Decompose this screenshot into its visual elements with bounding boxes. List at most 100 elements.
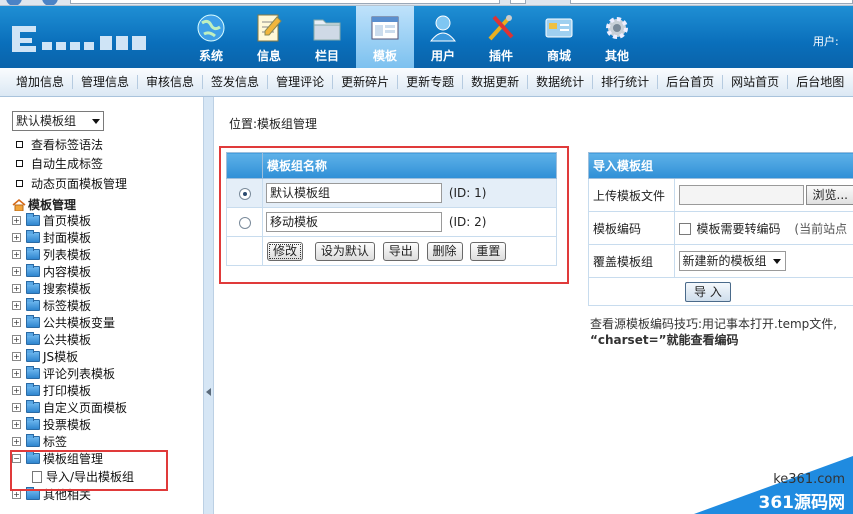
import-button[interactable]: 导 入 — [685, 281, 731, 302]
expand-icon[interactable]: + — [12, 267, 21, 276]
tree-node[interactable]: + 标签模板 — [12, 297, 91, 314]
nav-label: 模板 — [372, 49, 397, 63]
file-path-input[interactable] — [678, 185, 804, 205]
quick-link[interactable]: 网站首页 — [723, 75, 789, 89]
window-icon — [369, 12, 401, 44]
tree-node[interactable]: + 首页模板 — [12, 212, 91, 229]
panel-splitter[interactable] — [203, 97, 214, 514]
main-nav: 系统 信息 栏目 模板 用户 插件 商城 其他 — [182, 6, 646, 68]
folder-icon — [26, 400, 40, 413]
expand-icon[interactable]: + — [12, 369, 21, 378]
nav-other[interactable]: 其他 — [588, 6, 646, 68]
bullet-icon — [16, 141, 23, 148]
folder-icon — [26, 434, 40, 447]
expand-icon[interactable]: + — [12, 352, 21, 361]
tree-node-label: 首页模板 — [43, 214, 92, 228]
expand-icon[interactable]: + — [12, 301, 21, 310]
quick-link[interactable]: 管理评论 — [268, 75, 334, 89]
expand-icon[interactable]: + — [12, 250, 21, 259]
sidebar-link[interactable]: 动态页面模板管理 — [16, 175, 127, 192]
tree-node[interactable]: + 内容模板 — [12, 263, 91, 280]
sidebar-link-label: 查看标签语法 — [31, 138, 104, 152]
tree-node-label: JS模板 — [43, 350, 79, 364]
tree-node[interactable]: + 公共模板 — [12, 331, 91, 348]
expand-icon[interactable]: + — [12, 284, 21, 293]
breadcrumb-prefix: 位置: — [229, 117, 258, 131]
override-group-select[interactable]: 新建新的模板组 — [678, 251, 786, 271]
expand-icon[interactable]: + — [12, 335, 21, 344]
encoding-note: (当前站点 — [794, 221, 848, 236]
folder-icon — [26, 366, 40, 379]
tree-node[interactable]: + 评论列表模板 — [12, 365, 115, 382]
quick-link[interactable]: 审核信息 — [138, 75, 204, 89]
nav-info[interactable]: 信息 — [240, 6, 298, 68]
template-group-select[interactable]: 默认模板组 — [12, 111, 104, 131]
quick-link[interactable]: 排行统计 — [593, 75, 659, 89]
nav-system[interactable]: 系统 — [182, 6, 240, 68]
nav-template[interactable]: 模板 — [356, 6, 414, 68]
tree-node[interactable]: + 投票模板 — [12, 416, 91, 433]
tree-node-label: 内容模板 — [43, 265, 92, 279]
main-content: 位置:模板组管理 模板组名称 默认模板组 (ID: 1) 移动模板 (ID: 2… — [214, 97, 853, 514]
checkbox-label: 模板需要转编码 — [696, 221, 781, 236]
quick-link[interactable]: 管理信息 — [73, 75, 139, 89]
tree-root[interactable]: 模板管理 — [12, 196, 76, 213]
import-group-table: 导入模板组 上传模板文件 浏览... 模板编码 模板需要转编码 (当前站点 覆盖… — [588, 152, 853, 306]
convert-encoding-checkbox[interactable] — [678, 223, 691, 235]
tree-node[interactable]: + 列表模板 — [12, 246, 91, 263]
expand-icon[interactable]: + — [12, 437, 21, 446]
nav-label: 信息 — [256, 49, 281, 63]
folder-icon — [26, 213, 40, 226]
expand-icon[interactable]: + — [12, 386, 21, 395]
sidebar-link[interactable]: 自动生成标签 — [16, 155, 103, 172]
tree-node[interactable]: + 自定义页面模板 — [12, 399, 127, 416]
expand-icon[interactable]: + — [12, 233, 21, 242]
select-value: 默认模板组 — [16, 114, 77, 128]
quick-link[interactable]: 更新碎片 — [333, 75, 399, 89]
tree-node[interactable]: + 封面模板 — [12, 229, 91, 246]
expand-icon[interactable]: + — [12, 318, 21, 327]
nav-label: 其他 — [604, 49, 629, 63]
expand-icon[interactable]: + — [12, 420, 21, 429]
quick-link[interactable]: 签发信息 — [203, 75, 269, 89]
highlight-box — [219, 146, 569, 284]
sidebar: 默认模板组 查看标签语法 自动生成标签 动态页面模板管理 模板管理 + 首页模板 … — [0, 97, 203, 514]
bullet-icon — [16, 180, 23, 187]
tree-node[interactable]: + JS模板 — [12, 348, 78, 365]
tree-node-label: 封面模板 — [43, 231, 92, 245]
sidebar-link-label: 自动生成标签 — [31, 157, 104, 171]
expand-icon[interactable]: + — [12, 403, 21, 412]
address-dropdown[interactable] — [510, 0, 526, 4]
breadcrumb-link[interactable]: 模板组管理 — [257, 117, 317, 131]
gear-icon — [601, 12, 633, 44]
tree-node-label: 标签模板 — [43, 299, 92, 313]
override-row: 覆盖模板组 新建新的模板组 — [588, 244, 853, 278]
quick-link[interactable]: 数据更新 — [463, 75, 529, 89]
tree-node[interactable]: + 标签 — [12, 433, 67, 450]
folder-icon — [26, 230, 40, 243]
expand-icon[interactable]: + — [12, 490, 21, 499]
encoding-label: 模板编码 — [588, 211, 675, 245]
quick-link[interactable]: 更新专题 — [398, 75, 464, 89]
override-label: 覆盖模板组 — [588, 244, 675, 278]
collapse-arrow-icon[interactable] — [206, 388, 211, 396]
expand-icon[interactable]: + — [12, 216, 21, 225]
nav-column[interactable]: 栏目 — [298, 6, 356, 68]
browse-button[interactable]: 浏览... — [805, 185, 853, 205]
browser-search-bar[interactable] — [570, 0, 853, 4]
nav-user[interactable]: 用户 — [414, 6, 472, 68]
nav-shop[interactable]: 商城 — [530, 6, 588, 68]
sidebar-link[interactable]: 查看标签语法 — [16, 136, 103, 153]
quick-link[interactable]: 后台地图 — [788, 75, 852, 89]
tree-node[interactable]: + 打印模板 — [12, 382, 91, 399]
quick-link[interactable]: 后台首页 — [658, 75, 724, 89]
nav-plugin[interactable]: 插件 — [472, 6, 530, 68]
quick-link[interactable]: 数据统计 — [528, 75, 594, 89]
quick-link[interactable]: 增加信息 — [8, 75, 74, 89]
address-bar[interactable] — [70, 0, 500, 4]
watermark-site: ke361.com — [773, 472, 845, 487]
tree-node[interactable]: + 公共模板变量 — [12, 314, 115, 331]
nav-label: 插件 — [488, 49, 513, 63]
tree-node[interactable]: + 搜索模板 — [12, 280, 91, 297]
import-cell: 导 入 — [588, 277, 853, 306]
